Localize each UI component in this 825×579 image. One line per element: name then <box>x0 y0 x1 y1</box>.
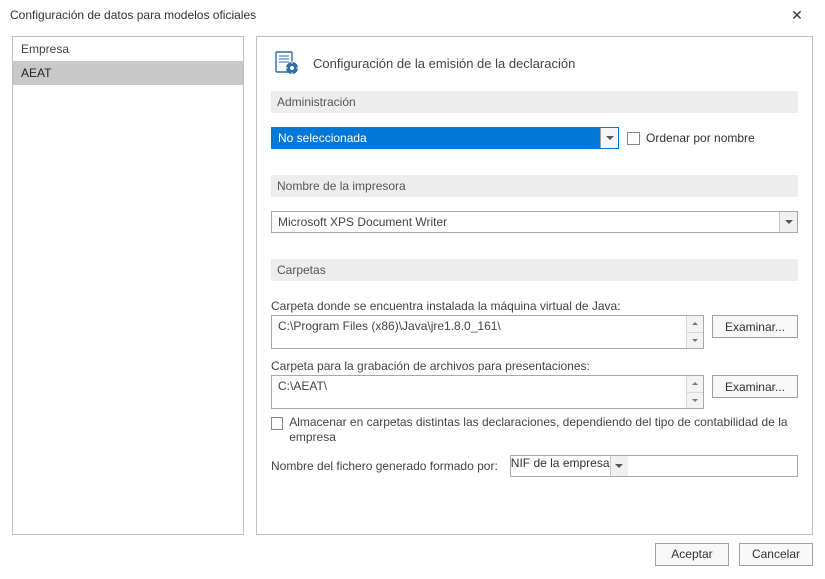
scroll-up-icon[interactable] <box>687 316 703 332</box>
scroll-down-icon[interactable] <box>687 392 703 409</box>
section-folders-label: Carpetas <box>271 259 798 281</box>
section-admin-label: Administración <box>271 91 798 113</box>
sidebar-item-empresa[interactable]: Empresa <box>13 37 243 61</box>
record-folder-label: Carpeta para la grabación de archivos pa… <box>271 359 798 373</box>
printer-select-value: Microsoft XPS Document Writer <box>272 212 779 232</box>
cancel-button[interactable]: Cancelar <box>739 543 813 566</box>
split-folders-label: Almacenar en carpetas distintas las decl… <box>289 415 798 445</box>
filename-select-value: NIF de la empresa <box>511 456 610 476</box>
close-icon[interactable]: ✕ <box>777 1 817 29</box>
scroll-down-icon[interactable] <box>687 332 703 349</box>
printer-select[interactable]: Microsoft XPS Document Writer <box>271 211 798 233</box>
admin-select[interactable]: No seleccionada <box>271 127 619 149</box>
sidebar-item-label: Empresa <box>21 42 69 56</box>
titlebar: Configuración de datos para modelos ofic… <box>0 0 825 30</box>
java-folder-label: Carpeta donde se encuentra instalada la … <box>271 299 798 313</box>
panel-icon <box>271 47 303 79</box>
section-printer-label: Nombre de la impresora <box>271 175 798 197</box>
panel-title: Configuración de la emisión de la declar… <box>313 56 575 71</box>
browse-record-button[interactable]: Examinar... <box>712 375 798 398</box>
dialog-footer: Aceptar Cancelar <box>0 535 825 573</box>
filename-select[interactable]: NIF de la empresa <box>510 455 798 477</box>
java-folder-input[interactable]: C:\Program Files (x86)\Java\jre1.8.0_161… <box>271 315 704 349</box>
admin-select-value: No seleccionada <box>272 128 600 148</box>
record-folder-value: C:\AEAT\ <box>272 376 686 408</box>
sort-by-name-checkbox[interactable] <box>627 132 640 145</box>
chevron-down-icon[interactable] <box>610 456 628 476</box>
record-folder-input[interactable]: C:\AEAT\ <box>271 375 704 409</box>
ok-button[interactable]: Aceptar <box>655 543 729 566</box>
sort-by-name-label: Ordenar por nombre <box>646 131 755 145</box>
sidebar: Empresa AEAT <box>12 36 244 535</box>
scroll-up-icon[interactable] <box>687 376 703 392</box>
filename-label: Nombre del fichero generado formado por: <box>271 459 498 473</box>
sidebar-item-aeat[interactable]: AEAT <box>13 61 243 85</box>
java-folder-value: C:\Program Files (x86)\Java\jre1.8.0_161… <box>272 316 686 348</box>
split-folders-checkbox[interactable] <box>271 417 283 430</box>
chevron-down-icon[interactable] <box>779 212 797 232</box>
window-title: Configuración de datos para modelos ofic… <box>10 8 777 22</box>
main-panel: Configuración de la emisión de la declar… <box>256 36 813 535</box>
chevron-down-icon[interactable] <box>600 128 618 148</box>
sidebar-item-label: AEAT <box>21 66 51 80</box>
browse-java-button[interactable]: Examinar... <box>712 315 798 338</box>
